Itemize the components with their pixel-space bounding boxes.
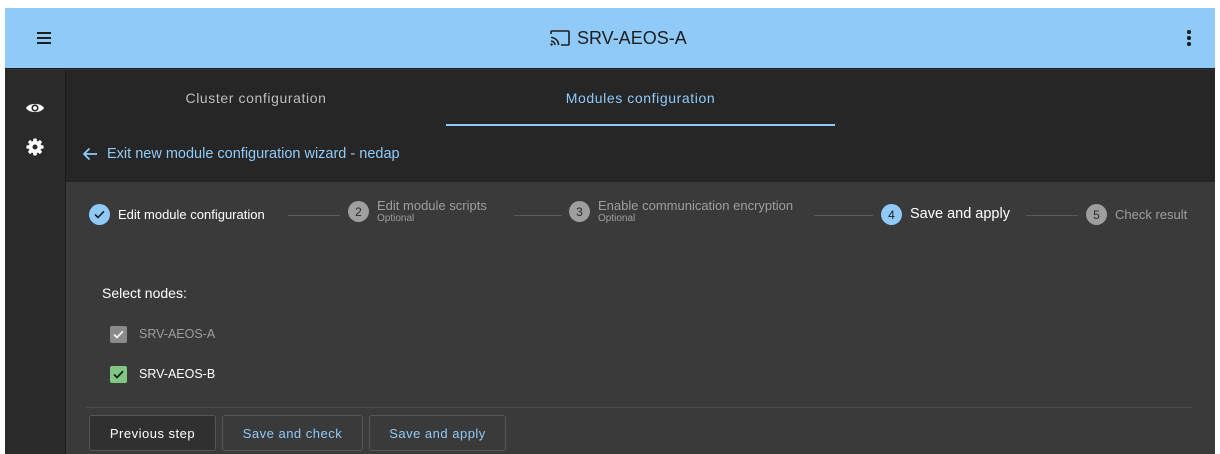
eye-icon[interactable] — [21, 94, 49, 122]
step-label: Save and apply — [910, 205, 1010, 222]
step-edit-module-configuration: Edit module configuration — [89, 204, 265, 225]
side-nav-rail — [5, 70, 66, 454]
check-icon — [113, 330, 124, 339]
arrow-left-icon — [82, 147, 97, 161]
previous-step-button[interactable]: Previous step — [89, 415, 216, 451]
step-enable-communication-encryption: 3 Enable communication encryption Option… — [569, 199, 793, 224]
node-checkbox-disabled — [110, 325, 127, 343]
app-title-group: SRV-AEOS-A — [549, 26, 687, 50]
wizard-content: Edit module configuration 2 Edit module … — [66, 182, 1215, 454]
save-and-check-button[interactable]: Save and check — [222, 415, 363, 451]
cast-icon — [549, 29, 571, 47]
node-option-srv-aeos-a: SRV-AEOS-A — [110, 325, 215, 343]
select-nodes-label: Select nodes: — [102, 285, 187, 301]
exit-wizard-link[interactable]: Exit new module configuration wizard - n… — [82, 126, 400, 182]
config-tabs: Cluster configuration Modules configurat… — [66, 70, 1215, 126]
node-name: SRV-AEOS-B — [139, 367, 216, 381]
node-name: SRV-AEOS-A — [139, 327, 216, 341]
step-connector — [814, 215, 873, 216]
step-save-and-apply: 4 Save and apply — [881, 204, 1010, 225]
step-label: Check result — [1115, 206, 1188, 222]
step-number: 3 — [569, 201, 590, 223]
tab-modules-configuration[interactable]: Modules configuration — [446, 70, 835, 126]
step-optional-label: Optional — [377, 212, 415, 224]
more-vertical-icon[interactable] — [1186, 28, 1192, 48]
step-number: 5 — [1086, 204, 1107, 225]
node-option-srv-aeos-b[interactable]: SRV-AEOS-B — [110, 365, 215, 383]
node-checkbox[interactable] — [110, 365, 127, 383]
gear-icon[interactable] — [21, 133, 49, 161]
app-bar: SRV-AEOS-A — [5, 8, 1215, 69]
step-connector — [1026, 215, 1078, 216]
step-label: Edit module scripts — [377, 198, 487, 213]
step-label: Enable communication encryption — [598, 198, 794, 213]
step-optional-label: Optional — [598, 212, 636, 224]
step-number: 2 — [348, 201, 369, 223]
step-completed-check-icon — [89, 204, 110, 225]
step-number: 4 — [881, 204, 902, 225]
check-icon — [113, 370, 124, 379]
actions-divider — [86, 407, 1192, 408]
exit-wizard-label: Exit new module configuration wizard - n… — [107, 146, 400, 162]
step-connector — [514, 215, 562, 216]
app-window: SRV-AEOS-A Cluster configuration Modules… — [5, 8, 1215, 454]
step-label: Edit module configuration — [118, 206, 265, 222]
step-connector — [288, 215, 340, 216]
save-and-apply-button[interactable]: Save and apply — [369, 415, 506, 451]
step-check-result: 5 Check result — [1086, 204, 1187, 225]
app-title: SRV-AEOS-A — [577, 27, 687, 48]
menu-icon[interactable] — [37, 32, 51, 44]
step-edit-module-scripts: 2 Edit module scripts Optional — [348, 199, 487, 224]
tab-cluster-configuration[interactable]: Cluster configuration — [66, 70, 446, 126]
wizard-header: Exit new module configuration wizard - n… — [66, 126, 1215, 182]
